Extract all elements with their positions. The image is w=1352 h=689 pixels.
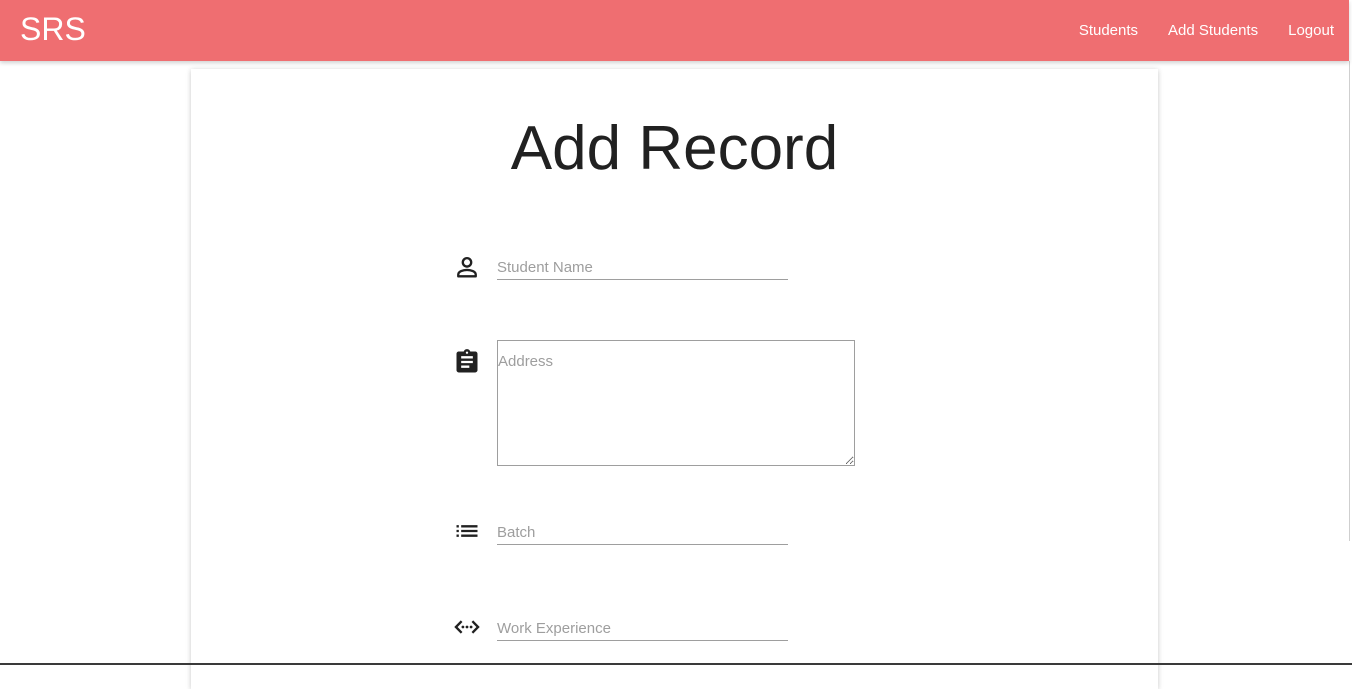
batch-input[interactable] [497,520,788,545]
add-record-card: Add Record [191,69,1158,689]
scrollbar-track[interactable] [1349,61,1350,541]
work-experience-input[interactable] [497,616,788,641]
nav-link-students[interactable]: Students [1079,22,1138,39]
nav-link-logout[interactable]: Logout [1288,22,1334,39]
student-name-input[interactable] [497,255,788,280]
nav-link-add-students[interactable]: Add Students [1168,22,1258,39]
code-icon [454,620,480,634]
page-title: Add Record [510,114,839,183]
clipboard-icon [456,349,478,373]
nav-links: Students Add Students Logout [1049,0,1334,61]
brand-logo[interactable]: SRS [20,10,86,48]
top-navbar: SRS Students Add Students Logout [0,0,1349,61]
person-icon [457,256,477,278]
list-icon [456,525,478,537]
address-textarea[interactable] [497,340,855,466]
